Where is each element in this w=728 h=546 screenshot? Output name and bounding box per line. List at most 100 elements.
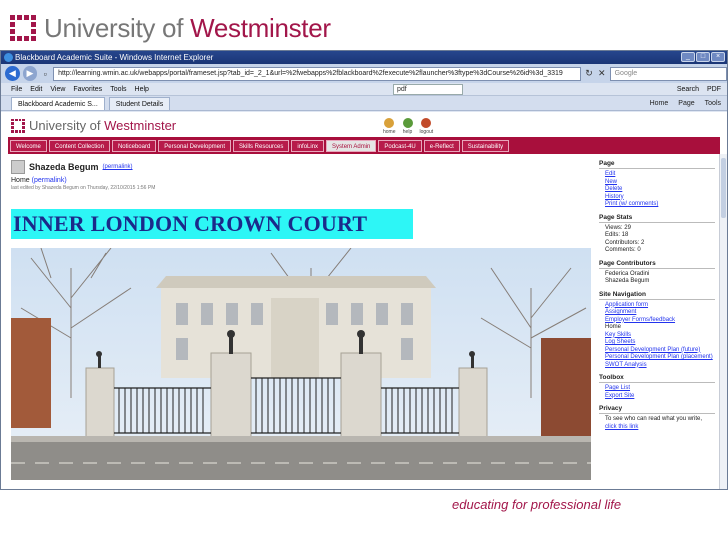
minimize-button[interactable]: _: [681, 52, 695, 62]
sidebar-link-edit[interactable]: Edit: [599, 171, 715, 179]
maximize-button[interactable]: □: [696, 52, 710, 62]
site-nav-link[interactable]: SWOT Analysis: [599, 362, 715, 370]
sidebar-site-nav-block: Site Navigation Application form Assignm…: [599, 291, 715, 370]
heading-banner-text: INNER LONDON CROWN COURT: [13, 211, 368, 236]
sidebar-heading: Site Navigation: [599, 291, 715, 300]
tab-blackboard[interactable]: Blackboard Academic S...: [11, 96, 105, 110]
page-title: Home: [11, 177, 30, 184]
web-page: University of Westminster home help logo…: [1, 112, 727, 489]
nav-noticeboard[interactable]: Noticeboard: [111, 139, 157, 152]
avatar: [11, 160, 25, 174]
menu-help[interactable]: Help: [135, 86, 149, 93]
sidebar-page-block: Page Edit New Delete History Print (w/ c…: [599, 160, 715, 209]
forward-button[interactable]: ▶: [22, 66, 38, 81]
sidebar-contributors-block: Page Contributors Federica Oradini Shaze…: [599, 260, 715, 286]
sidebar-link-delete[interactable]: Delete: [599, 186, 715, 194]
page-title-line: Home (permalink): [11, 177, 591, 184]
menu-tools[interactable]: Tools: [110, 86, 126, 93]
privacy-text: To see who can read what you write,: [605, 416, 703, 422]
site-nav-link[interactable]: Log Sheets: [599, 339, 715, 347]
stat-edits: Edits: 18: [605, 232, 629, 238]
page-icon: ▫: [43, 68, 47, 79]
back-button[interactable]: ◀: [5, 66, 20, 81]
sidebar-heading: Page Stats: [599, 214, 715, 223]
nav-sustainability[interactable]: Sustainability: [461, 139, 510, 152]
stat-views: Views: 29: [605, 224, 631, 231]
stat-comments: Comments: 0: [605, 247, 641, 253]
bb-logo: University of Westminster: [11, 118, 176, 133]
sidebar-privacy-block: Privacy To see who can read what you wri…: [599, 405, 715, 431]
window-titlebar: Blackboard Academic Suite - Windows Inte…: [1, 51, 727, 64]
page-tool[interactable]: Page: [678, 100, 694, 107]
nav-e-reflect[interactable]: e-Reflect: [423, 139, 460, 152]
university-name: University of Westminster: [44, 12, 331, 43]
sidebar-stats-block: Page Stats Views: 29 Edits: 18 Contribut…: [599, 214, 715, 255]
address-input[interactable]: http://learning.wmin.ac.uk/webapps/porta…: [53, 66, 582, 81]
tools-tool[interactable]: Tools: [705, 100, 721, 107]
contributor-name: Shazeda Begum: [605, 278, 650, 284]
nav-infolinx[interactable]: infoLinx: [291, 139, 325, 152]
sidebar-link-new[interactable]: New: [599, 179, 715, 187]
help-icon[interactable]: help: [402, 118, 413, 135]
privacy-link[interactable]: click this link: [599, 424, 715, 432]
pdf-search-box[interactable]: pdf: [392, 83, 463, 95]
menu-bar: File Edit View Favorites Tools Help pdf …: [1, 83, 727, 96]
tab-bar: Blackboard Academic S... Student Details…: [1, 96, 727, 111]
user-permalink[interactable]: (permalink): [103, 164, 133, 170]
tagline: educating for professional life: [452, 497, 622, 512]
slide: University of Westminster Blackboard Aca…: [0, 0, 728, 546]
sidebar-heading: Toolbox: [599, 374, 715, 383]
search-input[interactable]: Google: [609, 66, 727, 81]
site-nav-current: Home: [605, 324, 622, 330]
menu-view[interactable]: View: [50, 86, 65, 93]
user-name: Shazeda Begum: [29, 162, 99, 172]
logo-grid-icon: [10, 15, 36, 41]
scrollbar-thumb[interactable]: [721, 158, 726, 218]
bb-top-icons: home help logout: [383, 118, 433, 135]
page-permalink[interactable]: (permalink): [32, 177, 67, 184]
site-nav-link[interactable]: Personal Development Plan (placement): [599, 354, 715, 362]
nav-personal-development[interactable]: Personal Development: [158, 139, 231, 152]
menu-file[interactable]: File: [11, 86, 22, 93]
menu-edit[interactable]: Edit: [30, 86, 42, 93]
site-nav-link[interactable]: Employer Forms/feedback: [599, 317, 715, 325]
vertical-scrollbar[interactable]: [719, 154, 727, 489]
site-nav-link[interactable]: Key Skills: [599, 332, 715, 340]
site-nav-link[interactable]: Application form: [599, 302, 715, 310]
menu-favorites[interactable]: Favorites: [73, 86, 102, 93]
sidebar-toolbox-block: Toolbox Page List Export Site: [599, 374, 715, 400]
site-nav-link[interactable]: Personal Development Plan (future): [599, 347, 715, 355]
search-button[interactable]: Search: [677, 86, 699, 93]
close-button[interactable]: ×: [711, 52, 725, 62]
sidebar-link-history[interactable]: History: [599, 194, 715, 202]
nav-content-collection[interactable]: Content Collection: [48, 139, 110, 152]
logout-icon[interactable]: logout: [420, 118, 433, 135]
stop-icon[interactable]: ✕: [597, 68, 607, 79]
last-edited: last edited by Shazeda Begum on Thursday…: [11, 185, 156, 191]
contributor-name: Federica Oradini: [605, 270, 650, 277]
bb-logo-grid-icon: [11, 118, 25, 133]
sidebar-link-print[interactable]: Print (w/ comments): [599, 201, 715, 209]
sidebar-heading: Privacy: [599, 405, 715, 414]
window-title: Blackboard Academic Suite - Windows Inte…: [15, 53, 214, 62]
home-tool[interactable]: Home: [650, 100, 669, 107]
toolbox-link[interactable]: Page List: [599, 385, 715, 393]
university-logo: University of Westminster: [10, 12, 331, 44]
address-bar-row: ◀ ▶ ▫ http://learning.wmin.ac.uk/webapps…: [1, 64, 727, 83]
refresh-icon[interactable]: ↻: [584, 68, 594, 79]
nav-skills-resources[interactable]: Skills Resources: [233, 139, 290, 152]
bb-logo-text: University of Westminster: [29, 118, 177, 133]
nav-welcome[interactable]: Welcome: [10, 139, 47, 152]
nav-podcast-4u[interactable]: Podcast-4U: [378, 139, 422, 152]
nav-system-admin[interactable]: System Admin: [326, 139, 377, 152]
toolbox-link[interactable]: Export Site: [599, 393, 715, 401]
browser-window: Blackboard Academic Suite - Windows Inte…: [0, 50, 728, 490]
home-icon[interactable]: home: [383, 118, 396, 135]
wiki-sidebar: Page Edit New Delete History Print (w/ c…: [599, 160, 715, 436]
pdf-button[interactable]: PDF: [707, 86, 721, 93]
wiki-content: Shazeda Begum (permalink) Home (permalin…: [11, 160, 591, 489]
heading-banner: INNER LONDON CROWN COURT: [11, 209, 413, 239]
tab-student-details[interactable]: Student Details: [108, 96, 171, 110]
site-nav-link[interactable]: Assignment: [599, 309, 715, 317]
sidebar-heading: Page Contributors: [599, 260, 715, 269]
